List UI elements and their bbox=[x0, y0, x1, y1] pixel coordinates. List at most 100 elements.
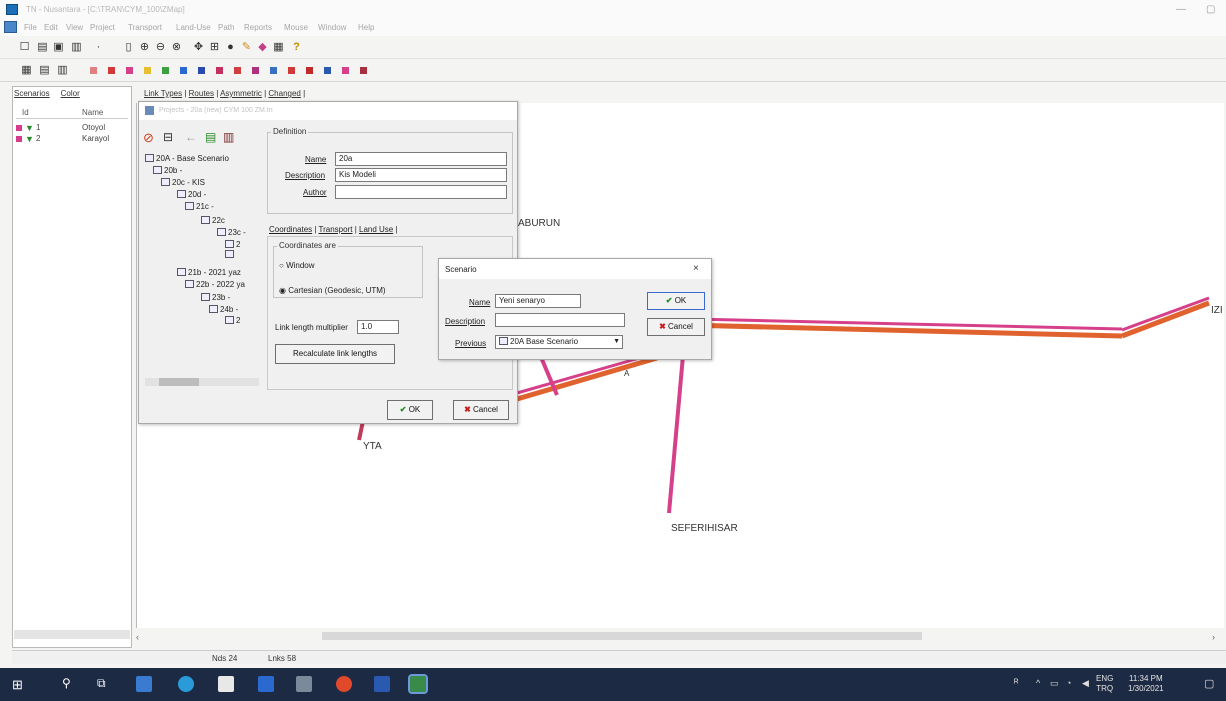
document-icon[interactable] bbox=[4, 21, 17, 33]
menu-land-use[interactable]: Land-Use bbox=[176, 23, 211, 32]
close-icon[interactable]: × bbox=[693, 263, 699, 274]
color-swatch[interactable] bbox=[306, 67, 313, 74]
column-id[interactable]: Id bbox=[22, 108, 29, 117]
tab-scenarios[interactable]: Scenarios bbox=[14, 89, 50, 98]
tree-node[interactable]: 23b - bbox=[201, 293, 230, 302]
network-icon[interactable]: ◔ bbox=[1066, 678, 1071, 688]
new-file-icon[interactable]: ☐ bbox=[18, 41, 31, 54]
tab-land-use[interactable]: Land Use bbox=[359, 225, 393, 234]
pan-icon[interactable]: ✥ bbox=[192, 41, 205, 54]
radio-window[interactable]: ○ Window bbox=[279, 261, 315, 270]
color-swatch[interactable] bbox=[162, 67, 169, 74]
table-icon[interactable]: ▤ bbox=[38, 64, 51, 77]
mail-icon[interactable] bbox=[258, 676, 274, 692]
color-swatch[interactable] bbox=[270, 67, 277, 74]
minimize-button[interactable]: — bbox=[1176, 4, 1186, 15]
restore-button[interactable]: ▢ bbox=[1206, 4, 1215, 15]
add-scenario-icon[interactable]: ▤ bbox=[205, 130, 216, 144]
pencil-icon[interactable]: ✎ bbox=[240, 41, 253, 54]
cancel-button[interactable]: ✖ Cancel bbox=[453, 400, 509, 420]
menu-reports[interactable]: Reports bbox=[244, 23, 272, 32]
link-multiplier-field[interactable]: 1.0 bbox=[357, 320, 399, 334]
tree-node[interactable]: 21c - bbox=[185, 202, 214, 211]
shapes-icon[interactable]: ◆ bbox=[256, 41, 269, 54]
scenario-ok-button[interactable]: ✔ OK bbox=[647, 292, 705, 310]
tree-node[interactable]: 2 bbox=[225, 316, 240, 325]
scroll-right-icon[interactable]: › bbox=[1212, 632, 1215, 642]
battery-icon[interactable]: ▭ bbox=[1050, 678, 1059, 689]
chrome-icon[interactable] bbox=[336, 676, 352, 692]
tree-node[interactable]: 20c - KIS bbox=[161, 178, 205, 187]
tab-link-types[interactable]: Link Types bbox=[144, 89, 182, 98]
color-swatch[interactable] bbox=[90, 67, 97, 74]
tab-changed[interactable]: Changed bbox=[268, 89, 300, 98]
trash-icon[interactable]: ▥ bbox=[70, 41, 83, 54]
tree-node[interactable]: 20b - bbox=[153, 166, 182, 175]
ok-button[interactable]: ✔ OK bbox=[387, 400, 433, 420]
tree-node[interactable]: 24b - bbox=[209, 305, 238, 314]
road-link[interactable] bbox=[1121, 296, 1210, 332]
cancel-circle-icon[interactable]: ⊘ bbox=[143, 130, 154, 146]
tab-transport[interactable]: Transport bbox=[319, 225, 353, 234]
zoom-fit-icon[interactable]: ⊗ bbox=[170, 41, 183, 54]
road-link[interactable] bbox=[1121, 300, 1210, 339]
page-icon[interactable]: ▯ bbox=[122, 41, 135, 54]
road-link[interactable] bbox=[516, 355, 658, 402]
menu-mouse[interactable]: Mouse bbox=[284, 23, 308, 32]
menu-transport[interactable]: Transport bbox=[128, 23, 162, 32]
tab-coordinates[interactable]: Coordinates bbox=[269, 225, 312, 234]
scenario-cancel-button[interactable]: ✖ Cancel bbox=[647, 318, 705, 336]
edge-icon[interactable] bbox=[178, 676, 194, 692]
tree-node[interactable]: 21b - 2021 yaz bbox=[177, 268, 241, 277]
file-explorer-icon[interactable] bbox=[136, 676, 152, 692]
tab-routes[interactable]: Routes bbox=[189, 89, 214, 98]
volume-icon[interactable]: ◀ bbox=[1082, 678, 1089, 689]
scenario-description-field[interactable] bbox=[495, 313, 625, 327]
menu-help[interactable]: Help bbox=[358, 23, 374, 32]
notification-icon[interactable]: ▢ bbox=[1204, 677, 1214, 690]
color-swatch[interactable] bbox=[342, 67, 349, 74]
description-field[interactable]: Kis Modeli bbox=[335, 168, 507, 182]
chevron-down-icon[interactable]: ▼ bbox=[613, 336, 620, 348]
tranus-icon[interactable] bbox=[408, 674, 428, 694]
help-icon[interactable]: ? bbox=[290, 41, 303, 54]
chevron-up-icon[interactable]: ^ bbox=[1036, 678, 1040, 688]
color-swatch[interactable] bbox=[216, 67, 223, 74]
people-icon[interactable]: ᴿ bbox=[1014, 678, 1019, 689]
tree-node[interactable] bbox=[225, 250, 236, 259]
tree-node[interactable]: 20d - bbox=[177, 190, 206, 199]
search-icon[interactable]: ⚲ bbox=[62, 676, 71, 690]
network-icon[interactable]: ⊞ bbox=[208, 41, 221, 54]
menu-path[interactable]: Path bbox=[218, 23, 234, 32]
delete-scenario-icon[interactable]: ▥ bbox=[223, 130, 234, 144]
store-icon[interactable] bbox=[218, 676, 234, 692]
tree-node[interactable]: 23c - bbox=[217, 228, 246, 237]
zoom-in-icon[interactable]: ⊕ bbox=[138, 41, 151, 54]
column-name[interactable]: Name bbox=[82, 108, 103, 117]
color-swatch[interactable] bbox=[324, 67, 331, 74]
horizontal-scrollbar[interactable] bbox=[322, 632, 922, 640]
tree-node[interactable]: 22b - 2022 ya bbox=[185, 280, 245, 289]
menu-window[interactable]: Window bbox=[318, 23, 346, 32]
tree-scrollbar[interactable] bbox=[145, 378, 259, 386]
color-swatch[interactable] bbox=[288, 67, 295, 74]
list-item[interactable]: ▼ 2 Karayol bbox=[16, 134, 126, 144]
open-folder-icon[interactable]: ▤ bbox=[36, 41, 49, 54]
grid-icon[interactable]: ▦ bbox=[20, 64, 33, 77]
tab-asymmetric[interactable]: Asymmetric bbox=[220, 89, 262, 98]
task-view-icon[interactable]: ⧉ bbox=[97, 676, 106, 691]
scenario-name-field[interactable]: Yeni senaryo bbox=[495, 294, 581, 308]
tree-node[interactable]: 2 bbox=[225, 240, 240, 249]
author-field[interactable] bbox=[335, 185, 507, 199]
scroll-left-icon[interactable]: ‹ bbox=[136, 632, 139, 642]
recalculate-button[interactable]: Recalculate link lengths bbox=[275, 344, 395, 364]
zoom-out-icon[interactable]: ⊖ bbox=[154, 41, 167, 54]
color-swatch[interactable] bbox=[180, 67, 187, 74]
previous-select[interactable]: 20A Base Scenario ▼ bbox=[495, 335, 623, 349]
report-icon[interactable]: ▦ bbox=[272, 41, 285, 54]
tree-node[interactable]: 22c bbox=[201, 216, 225, 225]
word-icon[interactable] bbox=[374, 676, 390, 692]
tree-node[interactable]: 20A - Base Scenario bbox=[145, 154, 229, 163]
tree-icon[interactable]: ⊟ bbox=[163, 130, 173, 144]
menu-view[interactable]: View bbox=[66, 23, 83, 32]
